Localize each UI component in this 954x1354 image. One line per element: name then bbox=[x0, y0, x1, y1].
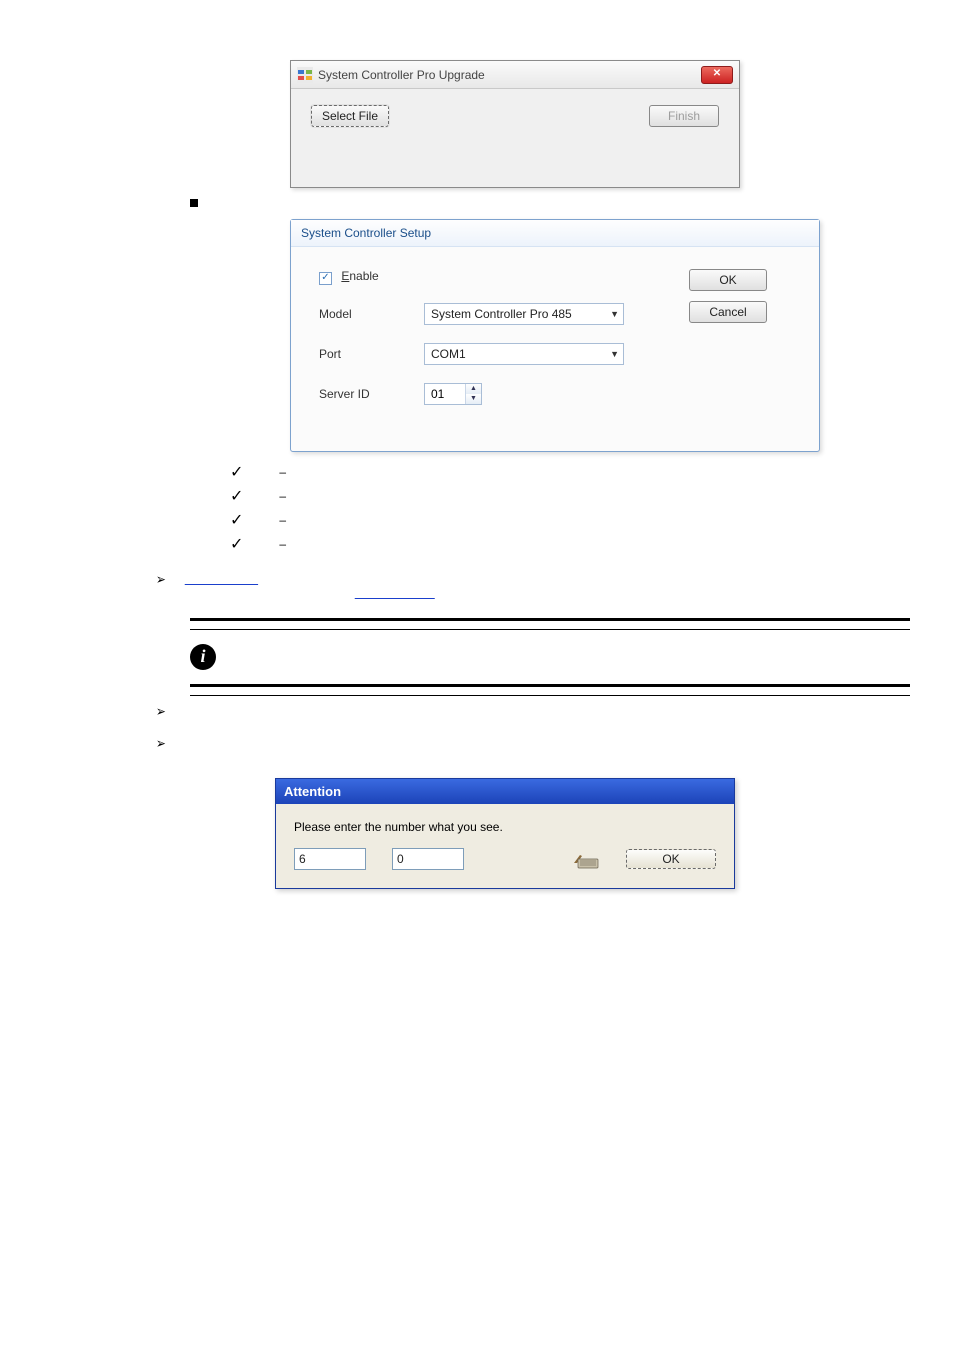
square-bullet-icon bbox=[190, 199, 198, 207]
attention-dialog-title: Attention bbox=[276, 779, 734, 804]
setup-dialog-form: ✓ Enable Model System Controller Pro 485… bbox=[319, 269, 689, 423]
cancel-button[interactable]: Cancel bbox=[689, 301, 767, 323]
chevron-down-icon: ▼ bbox=[610, 349, 619, 359]
enable-checkbox-wrapper: ✓ Enable bbox=[319, 269, 424, 285]
model-row: Model System Controller Pro 485 ▼ bbox=[319, 303, 689, 325]
app-icon bbox=[297, 67, 313, 83]
dash-icon: – bbox=[279, 465, 286, 479]
port-label: Port bbox=[319, 347, 424, 361]
chevron-down-icon: ▼ bbox=[610, 309, 619, 319]
setup-dialog: System Controller Setup ✓ Enable Model S… bbox=[290, 219, 820, 452]
dash-icon: – bbox=[279, 513, 286, 527]
port-row: Port COM1 ▼ bbox=[319, 343, 689, 365]
attention-dialog: Attention Please enter the number what y… bbox=[275, 778, 735, 889]
server-id-row: Server ID 01 ▲ ▼ bbox=[319, 383, 689, 405]
checkmark-icon: ✓ bbox=[230, 486, 243, 506]
model-label: Model bbox=[319, 307, 424, 321]
server-id-label: Server ID bbox=[319, 387, 424, 401]
setup-dialog-title: System Controller Setup bbox=[291, 220, 819, 247]
stepper-down-icon[interactable]: ▼ bbox=[466, 394, 481, 404]
enable-checkbox[interactable]: ✓ bbox=[319, 272, 332, 285]
triangle-bullet-icon: ➢ bbox=[156, 572, 166, 586]
triangle-bullet-icon: ➢ bbox=[156, 704, 166, 718]
port-select[interactable]: COM1 ▼ bbox=[424, 343, 624, 365]
checklist-item: ✓ – bbox=[230, 510, 894, 530]
divider bbox=[190, 684, 910, 687]
ok-button[interactable]: OK bbox=[626, 849, 716, 869]
upgrade-dialog-titlebar: System Controller Pro Upgrade ✕ bbox=[291, 61, 739, 89]
finish-button: Finish bbox=[649, 105, 719, 127]
checklist-item: ✓ – bbox=[230, 462, 894, 482]
setup-dialog-body: ✓ Enable Model System Controller Pro 485… bbox=[291, 247, 819, 451]
ok-button[interactable]: OK bbox=[689, 269, 767, 291]
stepper-buttons: ▲ ▼ bbox=[465, 384, 481, 404]
divider bbox=[190, 618, 910, 621]
triangle-bullet-icon: ➢ bbox=[156, 736, 166, 750]
upgrade-dialog: System Controller Pro Upgrade ✕ Select F… bbox=[290, 60, 740, 188]
note-item: ➢ bbox=[155, 736, 894, 750]
checkmark-icon: ✓ bbox=[230, 462, 243, 482]
note-link-1[interactable] bbox=[185, 572, 258, 586]
section-bullet bbox=[190, 194, 894, 207]
upgrade-dialog-title: System Controller Pro Upgrade bbox=[318, 68, 701, 82]
note-item: ➢ bbox=[155, 704, 894, 718]
checkmark-icon: ✓ bbox=[230, 534, 243, 554]
setup-dialog-actions: OK Cancel bbox=[689, 269, 799, 423]
note-item: ➢ bbox=[155, 572, 894, 600]
checkmark-icon: ✓ bbox=[230, 510, 243, 530]
captcha-input-2[interactable]: 0 bbox=[392, 848, 464, 870]
checklist-item: ✓ – bbox=[230, 534, 894, 554]
divider bbox=[190, 695, 910, 696]
info-row: i bbox=[190, 638, 910, 676]
enable-label-rest: nable bbox=[349, 269, 378, 283]
attention-controls: 6 0 OK bbox=[294, 848, 716, 870]
dash-icon: – bbox=[279, 489, 286, 503]
model-value: System Controller Pro 485 bbox=[431, 307, 572, 321]
note-content bbox=[185, 572, 894, 600]
stepper-up-icon[interactable]: ▲ bbox=[466, 384, 481, 394]
model-select[interactable]: System Controller Pro 485 ▼ bbox=[424, 303, 624, 325]
check-icon: ✓ bbox=[321, 273, 329, 283]
attention-message: Please enter the number what you see. bbox=[294, 820, 716, 834]
divider bbox=[190, 629, 910, 630]
server-id-stepper[interactable]: 01 ▲ ▼ bbox=[424, 383, 482, 405]
note-link-2[interactable] bbox=[355, 586, 435, 600]
port-value: COM1 bbox=[431, 347, 466, 361]
attention-dialog-body: Please enter the number what you see. 6 … bbox=[276, 804, 734, 888]
info-icon: i bbox=[190, 644, 216, 670]
checklist-item: ✓ – bbox=[230, 486, 894, 506]
enable-row: ✓ Enable bbox=[319, 269, 689, 285]
upgrade-dialog-body: Select File Finish bbox=[291, 89, 739, 187]
dash-icon: – bbox=[279, 537, 286, 551]
server-id-value: 01 bbox=[425, 384, 465, 404]
select-file-button[interactable]: Select File bbox=[311, 105, 389, 127]
captcha-input-1[interactable]: 6 bbox=[294, 848, 366, 870]
close-icon[interactable]: ✕ bbox=[701, 66, 733, 84]
keyboard-icon[interactable] bbox=[572, 849, 600, 869]
info-band: i bbox=[190, 618, 910, 696]
